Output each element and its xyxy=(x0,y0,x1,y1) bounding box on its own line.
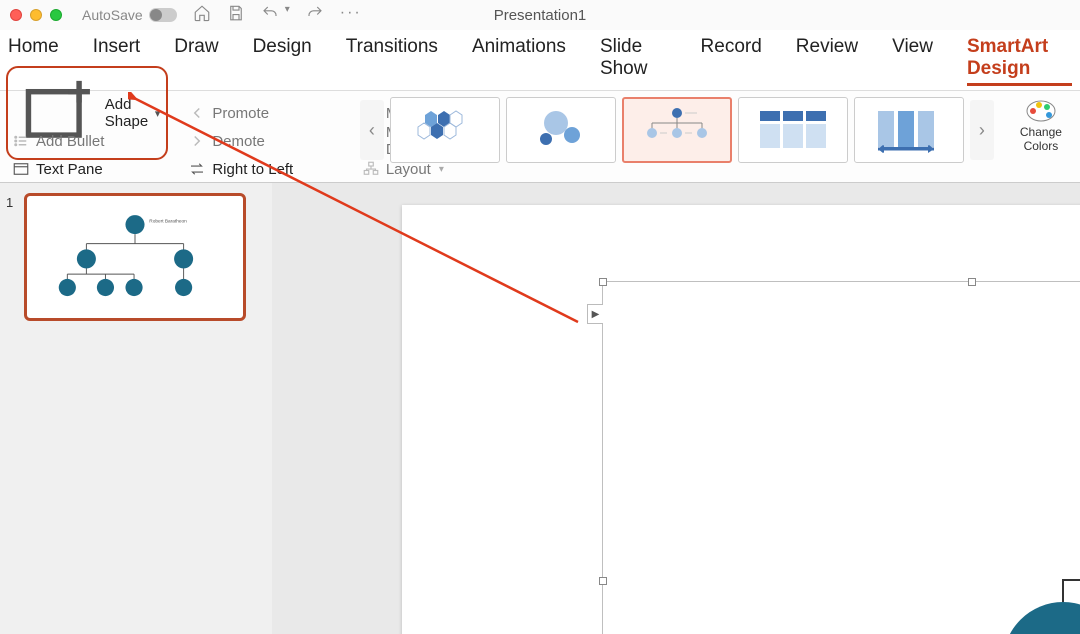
undo-dropdown-icon[interactable]: ▾ xyxy=(285,4,290,27)
text-pane-icon xyxy=(12,160,30,178)
undo-icon[interactable] xyxy=(261,4,279,27)
text-pane-label: Text Pane xyxy=(36,161,103,178)
title-bar: AutoSave ▾ ··· Presentation1 xyxy=(0,0,1080,30)
add-bullet-button[interactable]: Add Bullet xyxy=(6,127,168,155)
right-to-left-button[interactable]: Right to Left xyxy=(182,155,355,183)
gallery-next-button[interactable]: › xyxy=(970,100,994,160)
bullet-list-icon xyxy=(12,132,30,150)
more-icon[interactable]: ··· xyxy=(340,4,362,27)
demote-button[interactable]: Demote xyxy=(182,127,355,155)
create-graphic-group: Add Shape ▾ Promote Add Bullet Demote Te… xyxy=(6,97,356,183)
arrow-left-icon xyxy=(188,104,206,122)
tab-animations[interactable]: Animations xyxy=(472,36,566,86)
rtl-label: Right to Left xyxy=(212,161,293,178)
picture-org-chart-icon xyxy=(632,105,722,155)
layouts-gallery: ‹ xyxy=(360,97,994,163)
demote-label: Demote xyxy=(212,133,265,150)
layout-option-1[interactable] xyxy=(390,97,500,163)
minimize-window-button[interactable] xyxy=(30,9,42,21)
gallery-prev-button[interactable]: ‹ xyxy=(360,100,384,160)
tab-review[interactable]: Review xyxy=(796,36,858,86)
tab-transitions[interactable]: Transitions xyxy=(346,36,438,86)
rtl-icon xyxy=(188,160,206,178)
change-colors-label-1: Change xyxy=(1020,125,1062,139)
color-palette-icon xyxy=(1023,97,1059,125)
promote-button[interactable]: Promote xyxy=(182,99,355,127)
close-window-button[interactable] xyxy=(10,9,22,21)
slide-canvas[interactable]: ▶ [Text] xyxy=(272,183,1080,634)
document-title: Presentation1 xyxy=(494,7,587,24)
tab-design[interactable]: Design xyxy=(253,36,312,86)
slide-number: 1 xyxy=(6,195,13,210)
chevron-down-icon: ▾ xyxy=(439,164,444,175)
change-colors-button[interactable]: Change Colors xyxy=(1008,97,1074,153)
ribbon: Add Shape ▾ Promote Add Bullet Demote Te… xyxy=(0,91,1080,183)
arrow-right-icon xyxy=(188,132,206,150)
promote-label: Promote xyxy=(212,105,269,122)
autosave-label: AutoSave xyxy=(82,7,143,23)
slide-thumbnail-1[interactable]: Robert Baratheon xyxy=(24,193,246,321)
change-colors-label-2: Colors xyxy=(1024,139,1059,153)
add-shape-label: Add Shape xyxy=(105,96,149,130)
connector-line xyxy=(1063,579,1080,581)
svg-text:Robert Baratheon: Robert Baratheon xyxy=(149,219,187,225)
autosave-toggle[interactable]: AutoSave xyxy=(82,7,177,23)
thumbnail-preview-icon: Robert Baratheon xyxy=(27,196,243,318)
layout-option-4[interactable] xyxy=(738,97,848,163)
text-pane-toggle-handle[interactable]: ▶ xyxy=(587,304,603,324)
org-chart-child-node[interactable] xyxy=(1003,602,1080,634)
tab-view[interactable]: View xyxy=(892,36,933,86)
window-controls xyxy=(10,9,62,21)
tab-smartart-design[interactable]: SmartArt Design xyxy=(967,36,1072,86)
resize-handle-w[interactable] xyxy=(599,577,607,585)
table-layout-icon xyxy=(748,105,838,155)
toggle-icon[interactable] xyxy=(149,8,177,22)
tab-slideshow[interactable]: Slide Show xyxy=(600,36,667,86)
layout-option-5[interactable] xyxy=(854,97,964,163)
quick-access-toolbar: ▾ ··· xyxy=(193,4,362,27)
fullscreen-window-button[interactable] xyxy=(50,9,62,21)
redo-icon[interactable] xyxy=(306,4,324,27)
editor-area: 1 Robert Baratheon xyxy=(0,183,1080,634)
tab-record[interactable]: Record xyxy=(701,36,762,86)
add-bullet-label: Add Bullet xyxy=(36,133,104,150)
circle-cluster-icon xyxy=(516,105,606,155)
resize-handle-nw[interactable] xyxy=(599,278,607,286)
resize-handle-n[interactable] xyxy=(968,278,976,286)
tab-draw[interactable]: Draw xyxy=(174,36,218,86)
layout-label: Layout xyxy=(386,161,431,178)
layout-option-2[interactable] xyxy=(506,97,616,163)
slide-thumbnail-panel: 1 Robert Baratheon xyxy=(0,183,272,634)
slide: ▶ [Text] xyxy=(402,205,1080,634)
column-arrow-icon xyxy=(864,105,954,155)
home-icon[interactable] xyxy=(193,4,211,27)
text-pane-button[interactable]: Text Pane xyxy=(6,155,168,183)
save-icon[interactable] xyxy=(227,4,245,27)
layout-option-3-selected[interactable] xyxy=(622,97,732,163)
chevron-down-icon: ▾ xyxy=(155,107,161,120)
smartart-selection-box[interactable]: ▶ [Text] xyxy=(602,281,1080,634)
hexagon-cluster-icon xyxy=(400,105,490,155)
